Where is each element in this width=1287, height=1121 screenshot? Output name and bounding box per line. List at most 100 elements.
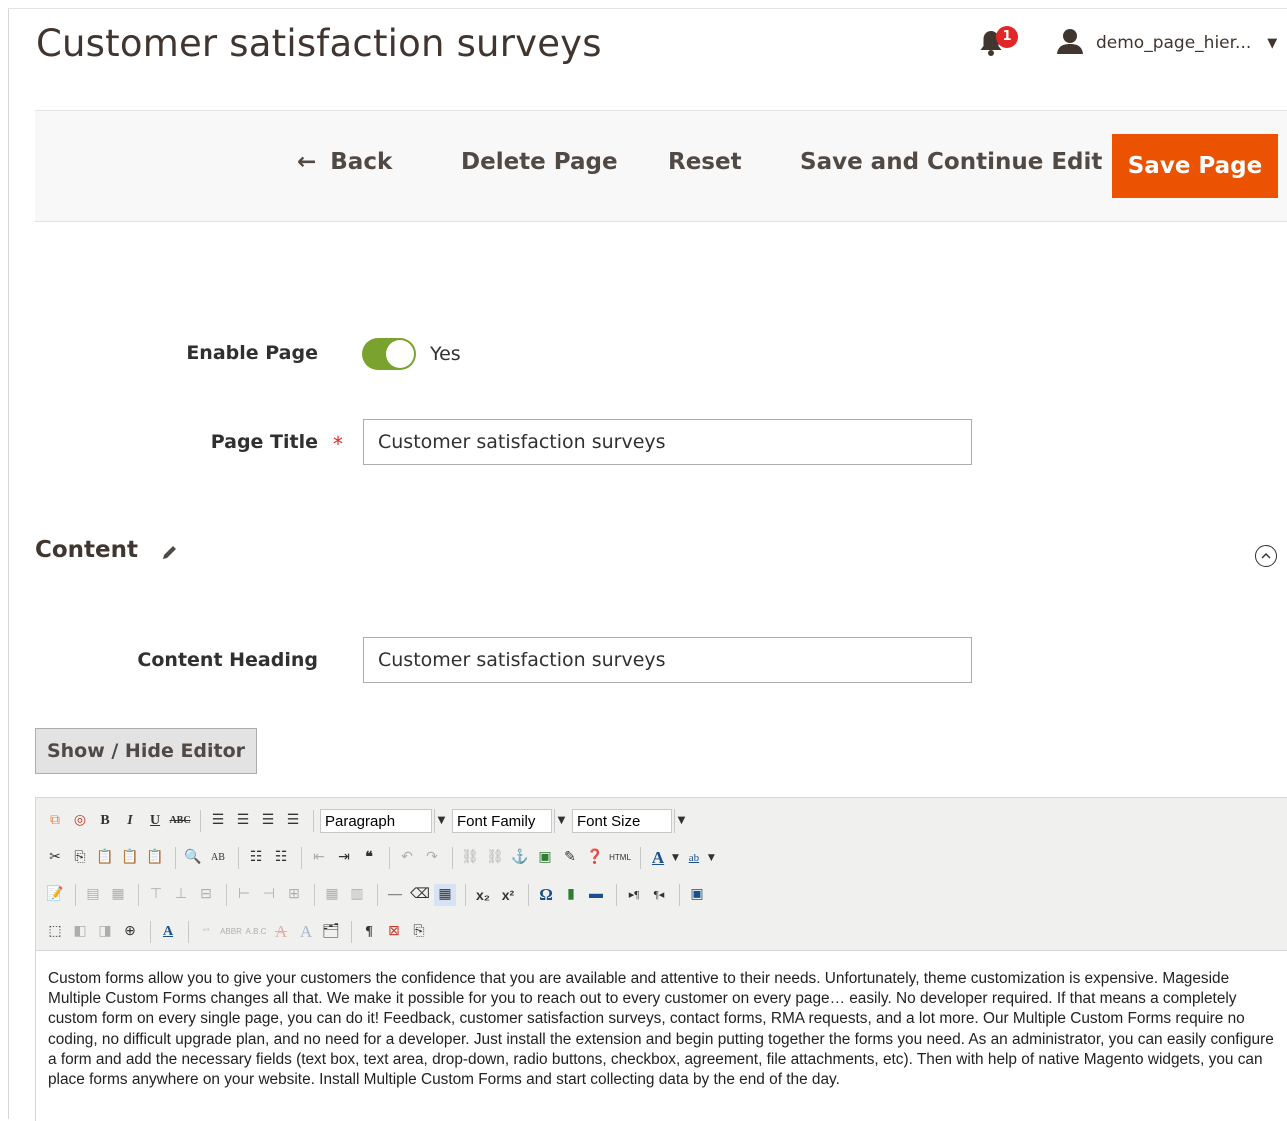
help-icon[interactable]: ❓ — [584, 847, 606, 869]
merge-cells-icon[interactable]: ▥ — [346, 884, 368, 906]
font-family-select[interactable]: Font Family — [452, 809, 552, 833]
font-size-select[interactable]: Font Size — [572, 809, 672, 833]
replace-icon[interactable]: AB — [207, 847, 229, 869]
hr-line-icon[interactable]: ▬ — [585, 884, 607, 906]
image-icon[interactable]: ▣ — [534, 847, 556, 869]
collapse-section-icon[interactable] — [1255, 545, 1277, 567]
text-color-icon[interactable]: A — [647, 847, 669, 869]
strikethrough-icon[interactable]: ABC — [169, 810, 191, 832]
row-props-icon[interactable]: ▤ — [82, 884, 104, 906]
background-color-icon[interactable]: ab — [683, 847, 705, 869]
special-char-icon[interactable]: Ω — [535, 884, 557, 906]
paste-text-icon[interactable]: 📋 — [119, 847, 141, 869]
superscript-icon[interactable]: x² — [497, 884, 519, 906]
page-title-input[interactable] — [363, 419, 972, 465]
font-size-caret-icon[interactable]: ▼ — [674, 809, 688, 833]
acronym-icon[interactable]: A.B.C — [245, 921, 267, 943]
fullscreen-icon[interactable]: ▣ — [686, 884, 708, 906]
table-icon[interactable]: ▦ — [434, 884, 456, 906]
ltr-icon[interactable]: ▸¶ — [623, 884, 645, 906]
delete-row-icon[interactable]: ⊟ — [195, 884, 217, 906]
attributes-icon[interactable]: 🗂 — [320, 921, 342, 943]
cleanup-icon[interactable]: ✎ — [559, 847, 581, 869]
remove-format-icon[interactable]: ⌫ — [409, 884, 431, 906]
insert-row-before-icon[interactable]: ⊤ — [145, 884, 167, 906]
visual-chars-icon[interactable]: ¶ — [358, 921, 380, 943]
show-hide-editor-button[interactable]: Show / Hide Editor — [35, 728, 257, 774]
undo-icon[interactable]: ↶ — [396, 847, 418, 869]
editor-content-area[interactable]: Custom forms allow you to give your cust… — [36, 950, 1287, 1121]
find-icon[interactable]: 🔍 — [182, 847, 204, 869]
delete-text-icon[interactable]: A — [270, 921, 292, 943]
toolbar-separator — [465, 884, 466, 906]
user-menu[interactable]: demo_page_hier... ▼ — [1056, 28, 1277, 58]
back-button[interactable]: ← Back — [297, 149, 392, 175]
format-select-caret-icon[interactable]: ▼ — [434, 809, 448, 833]
content-heading-input[interactable] — [363, 637, 972, 683]
link-icon[interactable]: ⛓ — [459, 847, 481, 869]
absolute-position-icon[interactable]: ⊕ — [119, 921, 141, 943]
delete-page-button[interactable]: Delete Page — [461, 149, 618, 175]
bold-icon[interactable]: B — [94, 810, 116, 832]
rtl-icon[interactable]: ¶◂ — [648, 884, 670, 906]
move-forward-icon[interactable]: ◧ — [69, 921, 91, 943]
indent-icon[interactable]: ⇥ — [333, 847, 355, 869]
cut-icon[interactable]: ✂ — [44, 847, 66, 869]
page-break-icon[interactable]: ⎘ — [408, 921, 430, 943]
cell-props-icon[interactable]: ▦ — [107, 884, 129, 906]
content-section-title[interactable]: Content — [35, 537, 138, 563]
align-justify-icon[interactable]: ☰ — [282, 810, 304, 832]
insert-col-after-icon[interactable]: ⊣ — [258, 884, 280, 906]
split-cells-icon[interactable]: ▦ — [321, 884, 343, 906]
unlink-icon[interactable]: ⛓ — [484, 847, 506, 869]
font-size-select-value: Font Size — [577, 812, 641, 830]
move-backward-icon[interactable]: ◨ — [94, 921, 116, 943]
enable-page-toggle[interactable] — [362, 338, 416, 370]
save-page-button[interactable]: Save Page — [1112, 134, 1278, 198]
cite-icon[interactable]: “” — [195, 921, 217, 943]
html-source-icon[interactable]: HTML — [609, 847, 631, 869]
insert-text-icon[interactable]: A — [295, 921, 317, 943]
styles-icon[interactable]: A — [157, 921, 179, 943]
insert-col-before-icon[interactable]: ⊢ — [233, 884, 255, 906]
format-select[interactable]: Paragraph — [320, 809, 432, 833]
numbered-list-icon[interactable]: ☷ — [270, 847, 292, 869]
paste-word-icon[interactable]: 📋 — [144, 847, 166, 869]
editor-toolbar-row-4: ⬚ ◧ ◨ ⊕ A “” ABBR A.B.C A A 🗂 ¶ ⊠ ⎘ — [44, 917, 433, 947]
editor-body-text[interactable]: Custom forms allow you to give your cust… — [48, 969, 1278, 1090]
widget-icon[interactable]: ⧉ — [44, 810, 66, 832]
paste-icon[interactable]: 📋 — [94, 847, 116, 869]
media-icon[interactable]: ▮ — [560, 884, 582, 906]
copy-icon[interactable]: ⎘ — [69, 847, 91, 869]
underline-icon[interactable]: U — [144, 810, 166, 832]
back-button-label: Back — [330, 149, 393, 175]
font-family-caret-icon[interactable]: ▼ — [554, 809, 568, 833]
subscript-icon[interactable]: x₂ — [472, 884, 494, 906]
insert-row-after-icon[interactable]: ⊥ — [170, 884, 192, 906]
outdent-icon[interactable]: ⇤ — [308, 847, 330, 869]
blockquote-icon[interactable]: ❝ — [358, 847, 380, 869]
abbr-icon[interactable]: ABBR — [220, 921, 242, 943]
pencil-icon[interactable] — [160, 542, 180, 566]
edit-table-icon[interactable]: 📝 — [44, 884, 66, 906]
align-left-icon[interactable]: ☰ — [207, 810, 229, 832]
non-breaking-icon[interactable]: ⊠ — [383, 921, 405, 943]
delete-col-icon[interactable]: ⊞ — [283, 884, 305, 906]
insert-layer-icon[interactable]: ⬚ — [44, 921, 66, 943]
toolbar-separator — [301, 847, 302, 869]
background-color-caret-icon[interactable]: ▼ — [708, 853, 715, 863]
toolbar-separator — [200, 810, 201, 832]
toolbar-separator — [640, 847, 641, 869]
save-and-continue-button[interactable]: Save and Continue Edit — [800, 149, 1102, 175]
notification-count-badge[interactable]: 1 — [996, 26, 1018, 48]
bullet-list-icon[interactable]: ☷ — [245, 847, 267, 869]
redo-icon[interactable]: ↷ — [421, 847, 443, 869]
variable-icon[interactable]: ◎ — [69, 810, 91, 832]
anchor-icon[interactable]: ⚓ — [509, 847, 531, 869]
reset-button[interactable]: Reset — [668, 149, 742, 175]
italic-icon[interactable]: I — [119, 810, 141, 832]
align-right-icon[interactable]: ☰ — [257, 810, 279, 832]
align-center-icon[interactable]: ☰ — [232, 810, 254, 832]
text-color-caret-icon[interactable]: ▼ — [672, 853, 679, 863]
horizontal-rule-icon[interactable]: — — [384, 884, 406, 906]
